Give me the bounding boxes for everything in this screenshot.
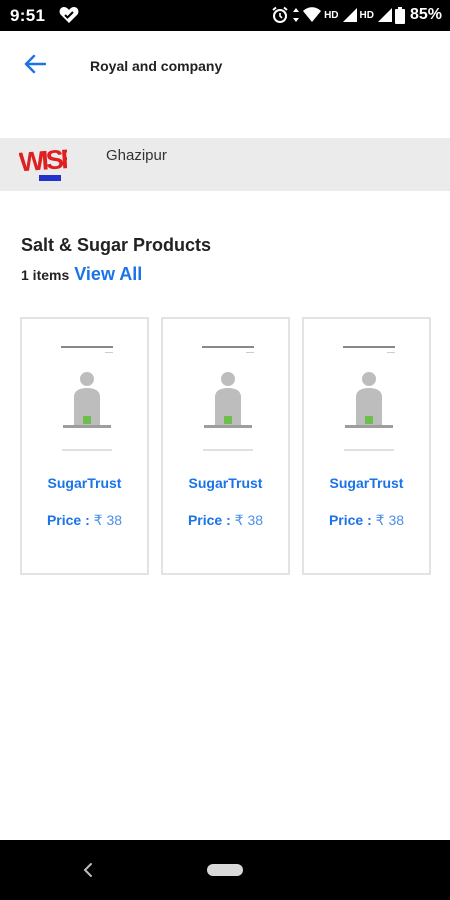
section-title: Salt & Sugar Products <box>21 235 212 255</box>
heart-icon <box>59 6 79 29</box>
product-image <box>188 339 267 457</box>
store-location: Ghazipur <box>106 147 167 164</box>
product-list: SugarTrust Price : ₹ 38 SugarTrust Price… <box>20 317 432 575</box>
signal-icon <box>377 7 392 23</box>
price-label: Price : <box>46 512 90 528</box>
product-name: SugarTrust <box>329 475 404 491</box>
status-icons: HD HD 85% <box>271 5 442 25</box>
product-image <box>47 339 126 457</box>
section-meta: 1 items View All <box>21 264 142 285</box>
alarm-icon <box>271 6 289 24</box>
product-price: Price : ₹ 38 <box>304 512 429 529</box>
view-all-link[interactable]: View All <box>74 264 142 285</box>
store-banner: WISE Ghazipur <box>0 138 450 191</box>
price-label: Price : <box>187 512 231 528</box>
product-price: Price : ₹ 38 <box>163 512 288 529</box>
page-title: Royal and company <box>90 58 223 74</box>
product-image <box>329 339 408 457</box>
product-card[interactable]: SugarTrust Price : ₹ 38 <box>20 317 149 575</box>
product-name: SugarTrust <box>188 475 263 491</box>
battery-icon <box>394 6 405 24</box>
product-card[interactable]: SugarTrust Price : ₹ 38 <box>161 317 290 575</box>
product-name: SugarTrust <box>47 475 122 491</box>
chevron-left-icon <box>78 863 98 886</box>
nav-back-button[interactable] <box>78 858 98 882</box>
items-count: 1 items <box>21 267 70 283</box>
back-button[interactable] <box>18 51 52 81</box>
price-value: ₹ 38 <box>375 512 405 528</box>
data-arrows-icon <box>292 7 300 23</box>
price-value: ₹ 38 <box>93 512 123 528</box>
price-value: ₹ 38 <box>234 512 264 528</box>
product-card[interactable]: SugarTrust Price : ₹ 38 <box>302 317 431 575</box>
store-logo: WISE <box>18 142 79 186</box>
arrow-back-icon <box>24 54 47 79</box>
hd-label: HD <box>324 9 339 21</box>
system-nav-bar <box>0 840 450 900</box>
signal-icon <box>342 7 357 23</box>
svg-text:WISE: WISE <box>19 143 67 177</box>
product-price: Price : ₹ 38 <box>22 512 147 529</box>
nav-home-pill[interactable] <box>207 864 243 876</box>
price-label: Price : <box>328 512 372 528</box>
app-bar: Royal and company <box>0 31 450 101</box>
status-time: 9:51 <box>10 6 46 25</box>
wifi-icon <box>303 7 322 23</box>
status-bar: 9:51 HD HD 85% <box>0 0 450 31</box>
hd-label: HD <box>359 9 374 21</box>
battery-percent: 85% <box>409 6 442 23</box>
